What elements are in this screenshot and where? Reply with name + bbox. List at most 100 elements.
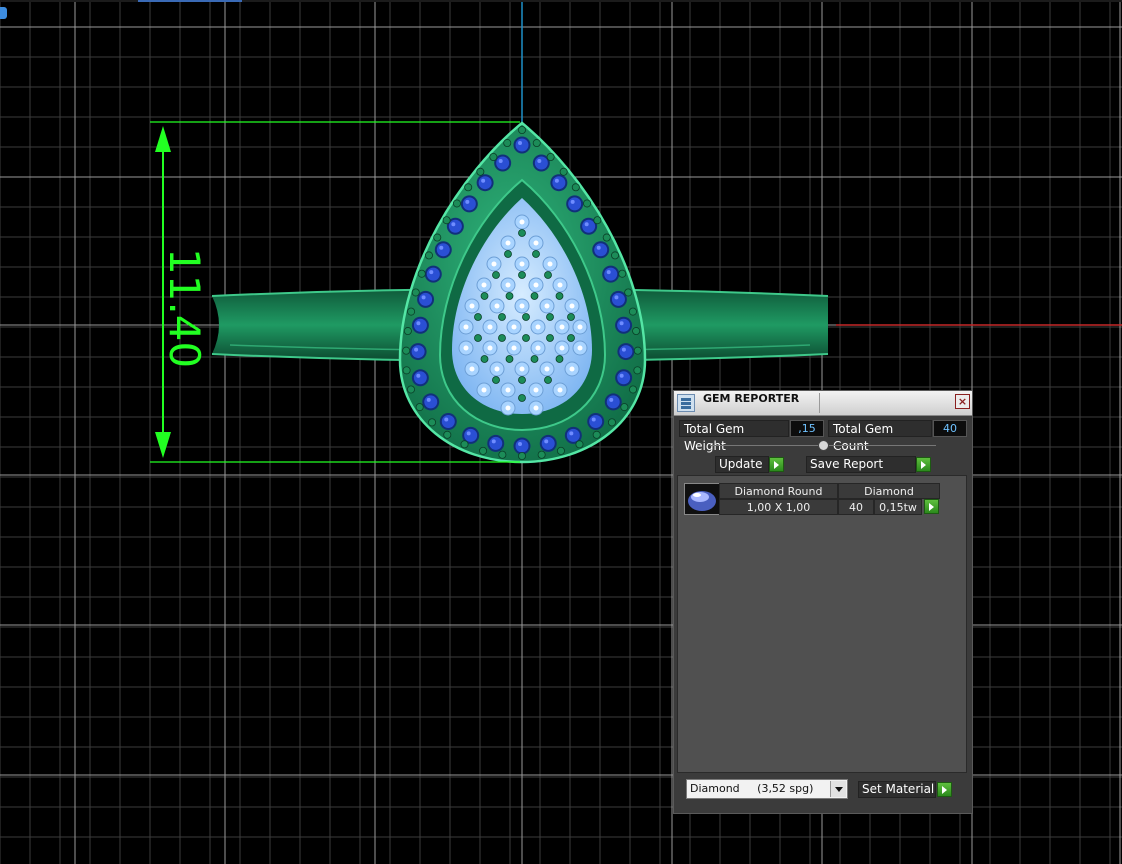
pave-gem-highlight (469, 366, 475, 372)
gem-list[interactable] (677, 475, 967, 773)
pave-gem-highlight (559, 345, 565, 351)
pave-gem-highlight (519, 219, 525, 225)
prong-bead (476, 167, 485, 176)
gem-report-icon (677, 394, 695, 412)
halo-gem (436, 243, 450, 257)
pave-prong-bead (546, 313, 554, 321)
prong-bead (628, 307, 637, 316)
dimension-label: 11.40 (160, 248, 209, 368)
row-select-arrow-icon[interactable] (924, 499, 939, 514)
pave-prong-bead (544, 376, 552, 384)
column-header-material: Diamond (838, 483, 940, 499)
row-gem-size[interactable]: 1,00 X 1,00 (719, 499, 838, 515)
halo-gem-highlight (621, 347, 626, 352)
pave-gem-highlight (463, 345, 469, 351)
prong-bead (415, 403, 424, 412)
halo-gem (411, 345, 425, 359)
halo-gem-highlight (466, 431, 471, 436)
pave-prong-bead (530, 355, 539, 363)
pave-gem-highlight (569, 303, 575, 309)
pave-prong-bead (530, 292, 539, 300)
prong-bead (583, 199, 592, 208)
save-report-button[interactable]: Save Report (806, 456, 916, 473)
prong-bead (460, 440, 469, 449)
halo-gem (589, 415, 603, 429)
chevron-down-icon[interactable] (830, 781, 846, 797)
pave-prong-bead (504, 250, 512, 258)
total-gem-weight-value: ,15 (790, 420, 824, 437)
prong-bead (503, 139, 512, 148)
column-header-gem-type: Diamond Round (719, 483, 838, 499)
pave-prong-bead (522, 313, 530, 321)
pave-prong-bead (474, 313, 482, 321)
pave-prong-bead (518, 394, 526, 402)
prong-bead (571, 183, 580, 192)
prong-bead (546, 153, 555, 162)
gem-reporter-panel: GEM REPORTER × Total Gem Weight ,15 Tota… (673, 390, 973, 814)
halo-gem (462, 197, 476, 211)
prong-bead (632, 327, 641, 336)
row-gem-count[interactable]: 40 (838, 499, 874, 515)
update-button[interactable]: Update (715, 456, 769, 473)
halo-gem (441, 415, 455, 429)
prong-bead (479, 446, 488, 455)
prong-bead (624, 288, 633, 297)
halo-gem-highlight (465, 199, 470, 204)
material-select[interactable]: Diamond (3,52 spg) (686, 779, 848, 799)
halo-gem-highlight (554, 178, 559, 183)
row-gem-weight[interactable]: 0,15tw (874, 499, 922, 515)
prong-bead (559, 167, 568, 176)
pave-prong-bead (518, 376, 526, 384)
pave-prong-bead (522, 334, 530, 342)
pave-prong-bead (505, 292, 514, 300)
prong-bead (498, 450, 507, 459)
pave-prong-bead (518, 229, 526, 237)
prong-bead (406, 385, 415, 394)
pave-gem-highlight (463, 324, 469, 330)
halo-gem-highlight (569, 431, 574, 436)
pave-gem-highlight (519, 303, 525, 309)
halo-gem-highlight (444, 417, 449, 422)
pave-gem-highlight (533, 282, 539, 288)
prong-bead (556, 446, 565, 455)
halo-gem (582, 219, 596, 233)
prong-bead (402, 346, 411, 355)
halo-gem (515, 439, 529, 453)
active-tab-indicator[interactable] (138, 0, 242, 2)
prong-bead (452, 199, 461, 208)
pave-prong-bead (544, 271, 552, 279)
prong-bead (407, 307, 416, 316)
pave-prong-bead (567, 334, 575, 342)
update-arrow-icon[interactable] (769, 457, 784, 472)
halo-gem (568, 197, 582, 211)
save-report-arrow-icon[interactable] (916, 457, 931, 472)
set-material-button[interactable]: Set Material (858, 781, 936, 798)
halo-gem-highlight (619, 321, 624, 326)
close-button[interactable]: × (955, 394, 970, 409)
halo-gem-highlight (421, 295, 426, 300)
prong-bead (629, 385, 638, 394)
gem-reporter-titlebar[interactable]: GEM REPORTER × (674, 391, 972, 416)
prong-bead (443, 430, 452, 439)
halo-gem (594, 243, 608, 257)
halo-gem (478, 176, 492, 190)
prong-bead (433, 233, 442, 242)
prong-bead (428, 418, 437, 427)
pave-gem-highlight (494, 366, 500, 372)
set-material-arrow-icon[interactable] (937, 782, 952, 797)
halo-gem-highlight (481, 178, 486, 183)
halo-gem (604, 267, 618, 281)
pave-gem-highlight (519, 366, 525, 372)
prong-bead (633, 366, 642, 375)
prong-bead (442, 216, 451, 225)
pave-gem-highlight (481, 387, 487, 393)
pave-prong-bead (546, 334, 554, 342)
pave-prong-bead (498, 313, 506, 321)
viewport-corner-icon[interactable] (0, 7, 7, 19)
panel-splitter-handle[interactable] (818, 440, 829, 451)
halo-gem-highlight (606, 270, 611, 275)
pave-gem-highlight (577, 345, 583, 351)
pave-gem-highlight (544, 303, 550, 309)
pave-gem-highlight (547, 261, 553, 267)
halo-gem-highlight (584, 222, 589, 227)
